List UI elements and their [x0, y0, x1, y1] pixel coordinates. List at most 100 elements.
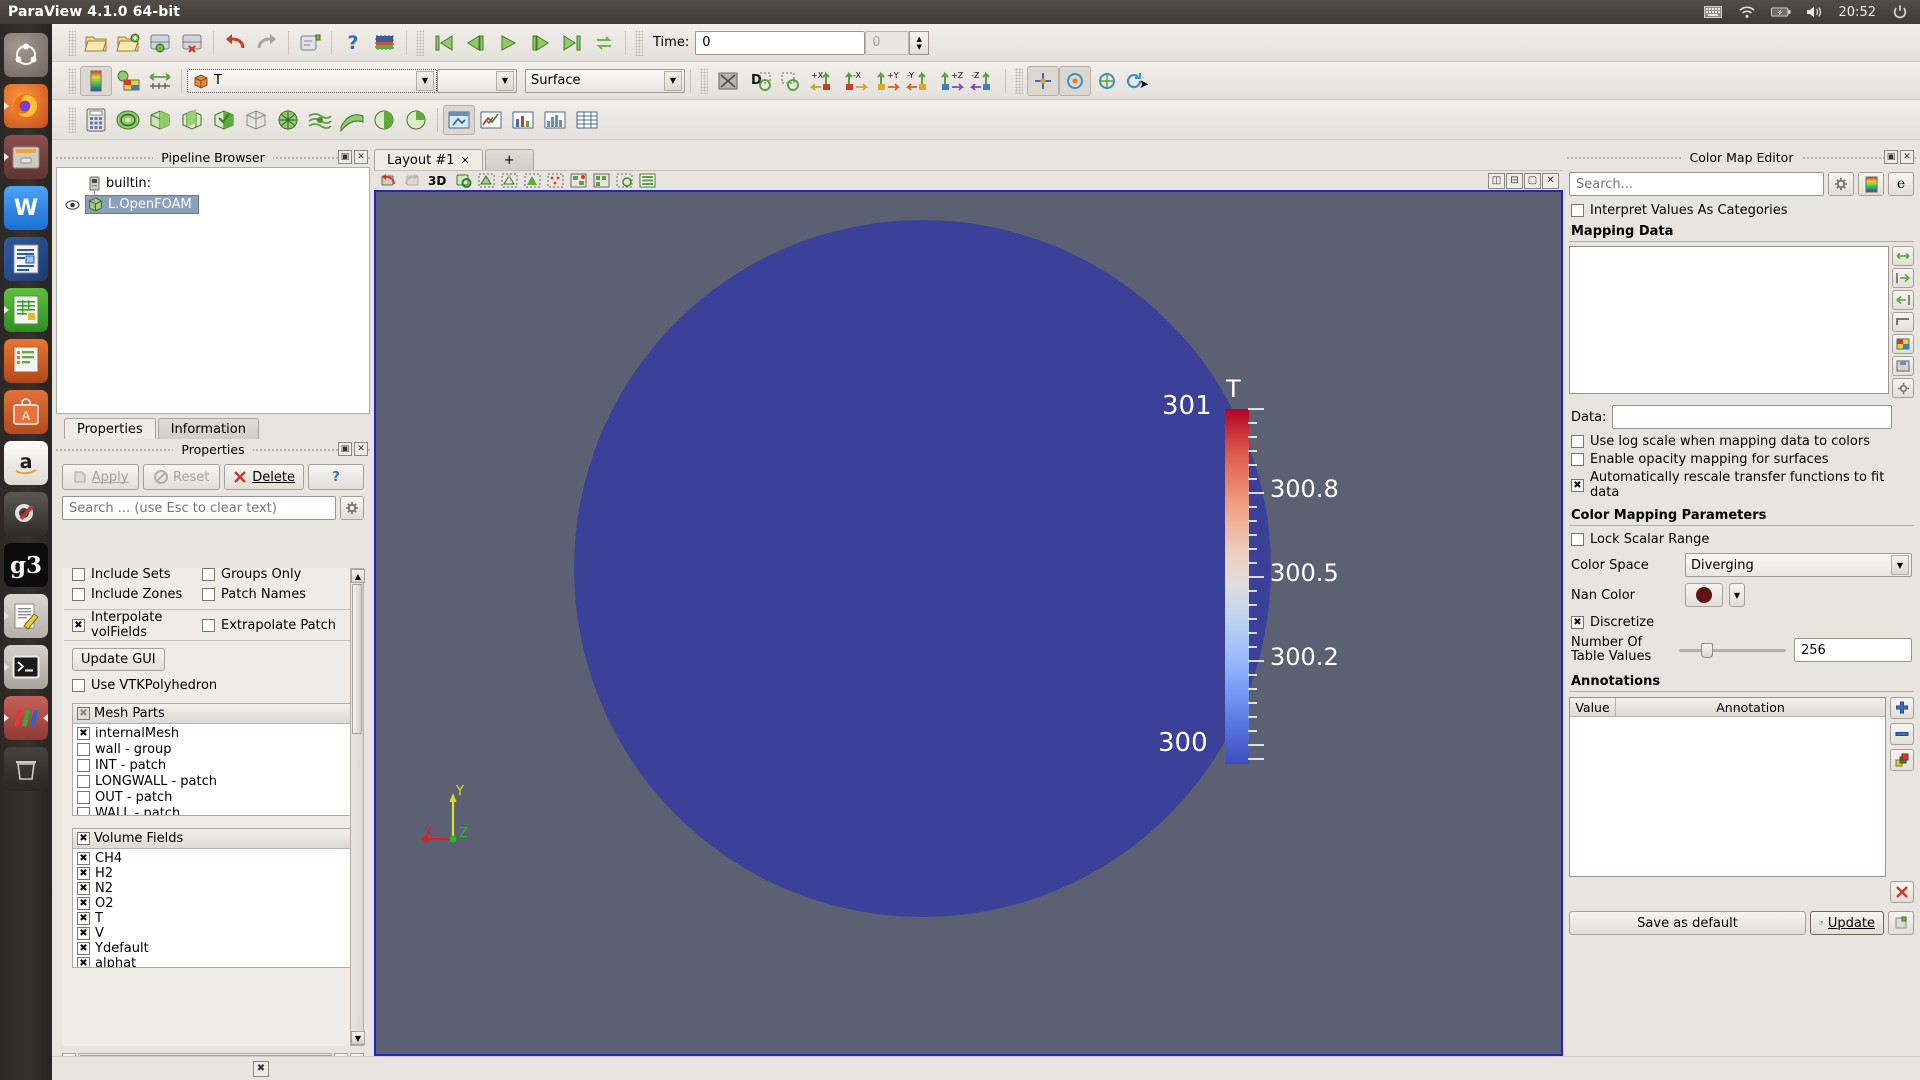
dataset-surface[interactable] [574, 220, 1271, 917]
play-icon[interactable] [492, 28, 524, 58]
interactive-select-icon[interactable] [591, 172, 611, 190]
camera-undo-icon[interactable] [294, 28, 326, 58]
annotation-column-value[interactable]: Value [1570, 698, 1616, 716]
set-view-plus-y-icon[interactable]: +Y [872, 66, 904, 96]
last-frame-icon[interactable] [556, 28, 588, 58]
list-item[interactable]: OUT - patch [77, 790, 351, 805]
save-as-default-button[interactable]: Save as default [1569, 911, 1806, 935]
launcher-item-system-settings[interactable] [4, 492, 48, 536]
toolbar-grip[interactable] [68, 68, 76, 94]
select-cells-on-icon[interactable] [476, 172, 496, 190]
close-icon[interactable]: ✕ [354, 150, 368, 164]
list-item[interactable]: CH4 [77, 851, 351, 866]
pipeline-browser-list[interactable]: builtin: L.OpenFOAM [56, 167, 370, 414]
undock-icon[interactable]: ▣ [1884, 150, 1898, 164]
launcher-item-paraview[interactable] [4, 696, 48, 740]
slice-filter-icon[interactable] [176, 105, 208, 135]
list-item[interactable]: H2 [77, 866, 351, 881]
undo-camera-icon[interactable] [378, 172, 398, 190]
annotations-table[interactable]: Value Annotation [1569, 697, 1886, 877]
launcher-item-ubuntu-dash[interactable] [4, 33, 48, 77]
scalar-bar[interactable]: T [1176, 385, 1356, 805]
mesh-parts-header[interactable]: Mesh Parts [73, 704, 355, 724]
pipeline-item-builtin[interactable]: builtin: [57, 174, 369, 193]
rescale-to-data-range-icon[interactable] [1892, 246, 1914, 266]
add-annotation-icon[interactable] [1890, 697, 1914, 719]
extract-subset-filter-icon[interactable] [240, 105, 272, 135]
set-view-plus-x-icon[interactable]: +X [808, 66, 840, 96]
toolbar-grip[interactable] [68, 107, 76, 133]
volume-fields-group[interactable]: Volume Fields CH4 H2 N2 O2 [72, 828, 356, 968]
new-layout-tab[interactable]: + [485, 149, 534, 170]
line-chart-view-icon[interactable] [475, 105, 507, 135]
select-points-through-icon[interactable] [545, 172, 565, 190]
chevron-down-icon[interactable]: ▼ [496, 71, 514, 91]
reset-center-icon[interactable] [1059, 66, 1091, 96]
launcher-item-gedit-alt[interactable]: g3 [4, 543, 48, 587]
properties-vertical-scrollbar[interactable]: ▲ ▼ [350, 568, 364, 1046]
bar-chart-view-icon[interactable] [507, 105, 539, 135]
stream-tracer-filter-icon[interactable] [304, 105, 336, 135]
next-frame-icon[interactable] [524, 28, 556, 58]
number-of-table-values-slider[interactable] [1679, 641, 1786, 659]
list-item[interactable]: LONGWALL - patch [77, 774, 351, 789]
list-item[interactable]: T [77, 911, 351, 926]
set-view-plus-z-icon[interactable]: +Z [936, 66, 968, 96]
pipeline-item-openfoam[interactable]: L.OpenFOAM [57, 193, 369, 215]
show-center-axes-icon[interactable] [1027, 66, 1059, 96]
extract-level-filter-icon[interactable] [400, 105, 432, 135]
wifi-icon[interactable] [1737, 4, 1757, 20]
pick-center-icon[interactable] [1091, 66, 1123, 96]
loop-icon[interactable] [588, 28, 620, 58]
nan-color-dropdown[interactable]: ▼ [1729, 583, 1745, 607]
chevron-down-icon[interactable]: ▼ [1891, 555, 1909, 575]
render-view-icon[interactable] [443, 105, 475, 135]
include-zones-checkbox[interactable]: Include Zones [62, 587, 202, 602]
groups-only-checkbox[interactable]: Groups Only [202, 568, 301, 582]
hover-points-icon[interactable] [614, 172, 634, 190]
calculator-filter-icon[interactable] [80, 105, 112, 135]
threshold-filter-icon[interactable] [208, 105, 240, 135]
color-space-combo[interactable]: Diverging ▼ [1685, 553, 1912, 577]
open-recent-icon[interactable] [112, 28, 144, 58]
data-input[interactable] [1612, 405, 1892, 429]
camera-type-label[interactable]: 3D [424, 174, 450, 188]
delete-button[interactable]: Delete [224, 464, 304, 490]
save-as-preset-icon[interactable] [1892, 356, 1914, 376]
clock[interactable]: 20:52 [1839, 5, 1876, 20]
help-icon[interactable]: ? [337, 28, 369, 58]
interpret-values-as-categories-checkbox[interactable]: Interpret Values As Categories [1567, 196, 1916, 218]
tab-layout-1[interactable]: Layout #1 ✕ [374, 149, 483, 170]
advanced-properties-icon[interactable] [1828, 172, 1854, 196]
mesh-parts-group[interactable]: Mesh Parts internalMesh wall - group INT… [72, 703, 356, 816]
time-input[interactable]: 0 [695, 31, 865, 55]
group-datasets-filter-icon[interactable] [368, 105, 400, 135]
representation-combo[interactable]: Surface ▼ [525, 69, 685, 93]
set-view-minus-x-icon[interactable]: -X [840, 66, 872, 96]
properties-search-input[interactable] [62, 496, 336, 520]
choose-preset-icon[interactable] [1858, 172, 1884, 196]
render-view-3d[interactable]: T [374, 190, 1563, 1056]
edit-color-map-icon[interactable] [112, 66, 144, 96]
reset-camera-icon[interactable] [712, 66, 744, 96]
previous-frame-icon[interactable] [460, 28, 492, 58]
redo-icon[interactable] [251, 28, 283, 58]
chevron-down-icon[interactable]: ▼ [664, 71, 682, 91]
zoom-to-data-icon[interactable]: D [744, 66, 776, 96]
center-grip[interactable] [1015, 68, 1023, 94]
battery-icon[interactable] [1771, 4, 1791, 20]
launcher-item-libreoffice-calc[interactable] [4, 288, 48, 332]
select-points-on-icon[interactable] [499, 172, 519, 190]
select-cells-through-icon[interactable] [522, 172, 542, 190]
warp-filter-icon[interactable] [336, 105, 368, 135]
chevron-down-icon[interactable]: ▼ [416, 71, 434, 91]
lock-scalar-range-checkbox[interactable]: Lock Scalar Range [1567, 526, 1916, 547]
launcher-item-trash[interactable] [4, 747, 48, 791]
nan-color-swatch-button[interactable] [1685, 583, 1723, 607]
slider-thumb[interactable] [1701, 643, 1713, 658]
list-item[interactable]: wall - group [77, 742, 351, 757]
orientation-axes[interactable]: Y X Z [418, 784, 498, 854]
launcher-item-amazon[interactable]: a [4, 441, 48, 485]
split-horizontal-icon[interactable]: ◫ [1488, 173, 1505, 189]
color-by-variable-combo[interactable]: T ▼ [187, 69, 437, 93]
